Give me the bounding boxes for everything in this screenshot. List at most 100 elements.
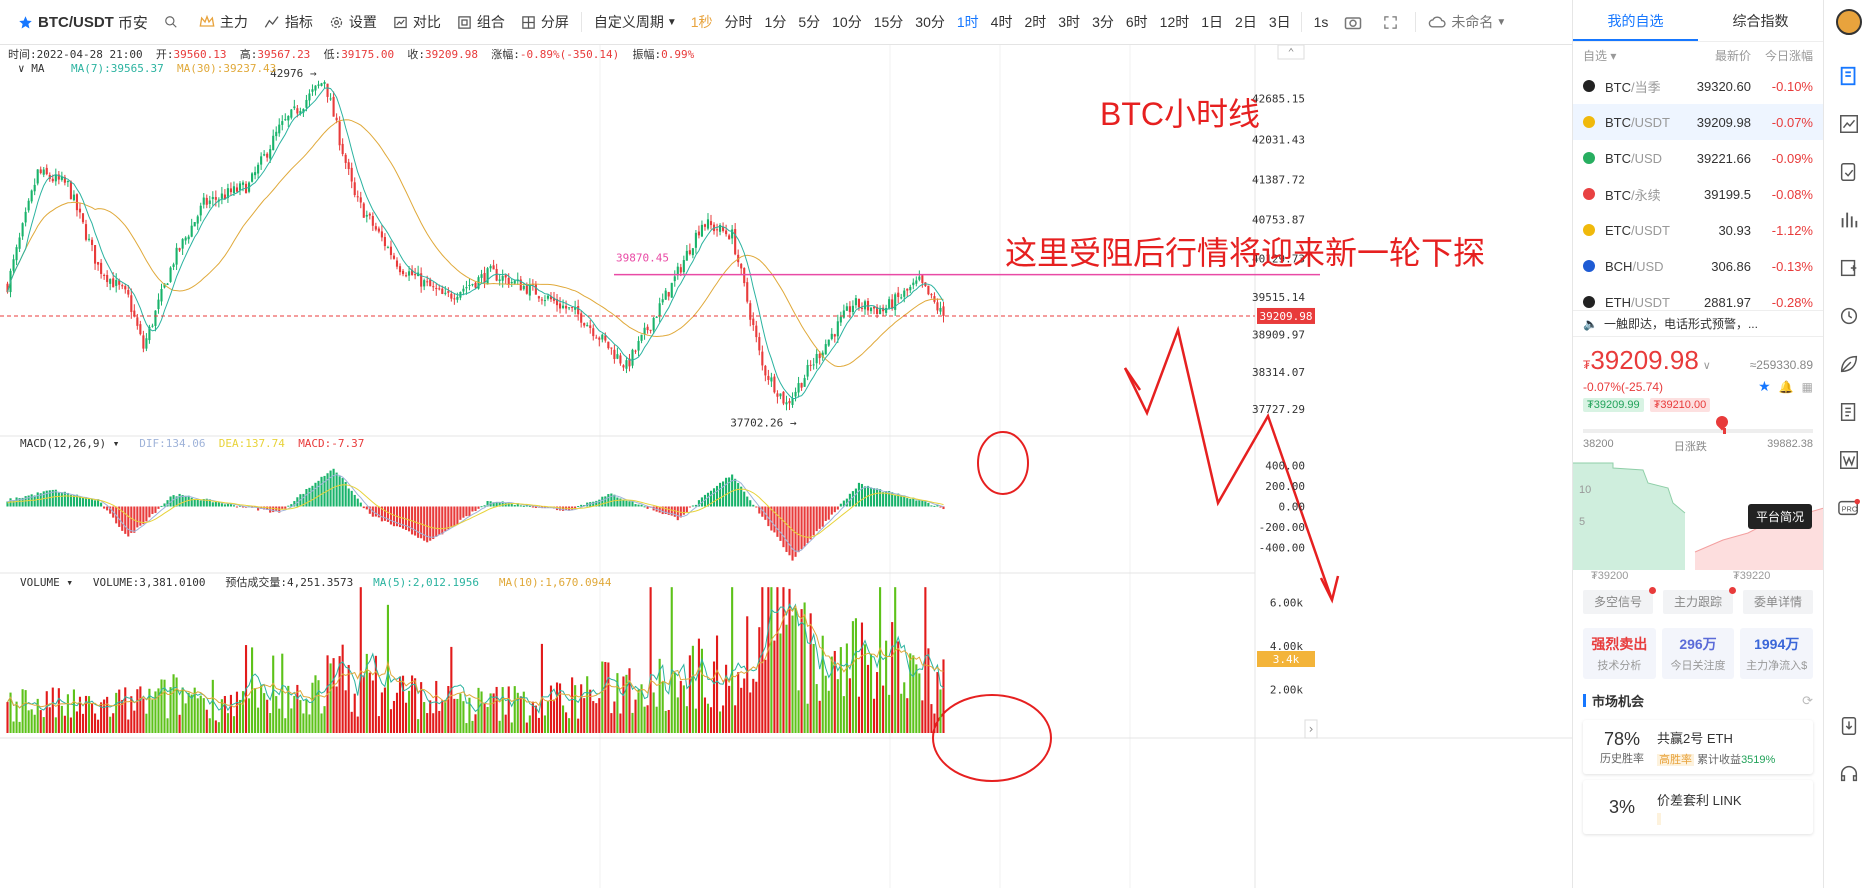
- macd-axis-label: 0.00: [1279, 501, 1306, 514]
- settings-button[interactable]: 设置: [321, 0, 385, 45]
- stat-card[interactable]: 1994万 主力净流入$: [1740, 628, 1814, 679]
- period-5[interactable]: 15分: [868, 0, 910, 45]
- period-1[interactable]: 分时: [719, 0, 759, 45]
- sidebar-trend-button[interactable]: [1824, 100, 1873, 148]
- period-16[interactable]: 3日: [1263, 0, 1297, 45]
- sidebar-watchlist-button[interactable]: [1824, 52, 1873, 100]
- opportunity-card[interactable]: 78% 历史胜率 共赢2号 ETH 高胜率 累计收益3519%: [1583, 720, 1813, 774]
- chart-area[interactable]: ⌃ › 42685.15 42031.43 41387.72 40753.87 40129.…: [0, 45, 1572, 888]
- chevron-down-icon[interactable]: ▾: [66, 576, 73, 589]
- macd-bar: [776, 506, 779, 537]
- volume-bar: [474, 714, 477, 733]
- volume-bar: [942, 659, 945, 733]
- period-6[interactable]: 30分: [909, 0, 951, 45]
- compare-button[interactable]: 对比: [385, 0, 449, 45]
- period-12[interactable]: 6时: [1120, 0, 1154, 45]
- watchlist-row[interactable]: ETH/USDT 2881.97 -0.28%: [1573, 284, 1823, 310]
- period-3[interactable]: 5分: [792, 0, 826, 45]
- refresh-icon[interactable]: ⟳: [1802, 693, 1813, 709]
- period-13[interactable]: 12时: [1154, 0, 1196, 45]
- sidebar-ledger-button[interactable]: [1824, 388, 1873, 436]
- ma-toggle[interactable]: ∨ MA: [18, 62, 45, 75]
- split-screen-button[interactable]: 分屏: [513, 0, 577, 45]
- macd-bar: [722, 481, 725, 507]
- sidebar-bars-button[interactable]: [1824, 196, 1873, 244]
- chevron-down-icon[interactable]: ∨: [1703, 359, 1711, 372]
- signal-button-0[interactable]: 多空信号: [1583, 587, 1656, 614]
- watchlist-row[interactable]: BCH/USD 306.86 -0.13%: [1573, 248, 1823, 284]
- volume-bar: [350, 711, 353, 733]
- sidebar-support-button[interactable]: [1824, 750, 1873, 798]
- interval-toggle[interactable]: 1s: [1306, 0, 1337, 45]
- candle-body: [181, 239, 184, 249]
- candle-body: [592, 328, 595, 337]
- macd-bar: [356, 498, 359, 507]
- period-8[interactable]: 4时: [985, 0, 1019, 45]
- bell-icon[interactable]: 🔔: [1779, 380, 1794, 394]
- alert-notice[interactable]: 🔈 一触即达，电话形式预警，...: [1573, 311, 1823, 337]
- signal-button-1[interactable]: 主力跟踪: [1663, 587, 1736, 614]
- sidebar-order-button[interactable]: [1824, 148, 1873, 196]
- period-14[interactable]: 1日: [1195, 0, 1229, 45]
- macd-bar: [151, 506, 154, 514]
- volume-bar: [305, 699, 308, 733]
- kline-chart[interactable]: ⌃›42685.1542031.4341387.7240753.8740129.…: [0, 45, 1572, 888]
- period-11[interactable]: 3分: [1086, 0, 1120, 45]
- signal-button-2[interactable]: 委单详情: [1743, 590, 1813, 614]
- favorite-star-icon[interactable]: ★: [1758, 378, 1771, 395]
- watchlist-sort[interactable]: 自选 ▾: [1583, 47, 1681, 64]
- ohlc-info: 时间:2022-04-28 21:00 开:39560.13 高:39567.2…: [8, 46, 694, 62]
- macd-bar: [625, 500, 628, 507]
- volume-axis-label: 6.00k: [1270, 596, 1303, 609]
- candle-body: [640, 334, 643, 341]
- avatar[interactable]: [1824, 0, 1873, 44]
- sidebar-download-button[interactable]: [1824, 702, 1873, 750]
- sidebar-add-button[interactable]: [1824, 244, 1873, 292]
- period-15[interactable]: 2日: [1229, 0, 1263, 45]
- indicator-button[interactable]: 指标: [256, 0, 321, 45]
- candle-body: [912, 282, 915, 286]
- combine-button[interactable]: 组合: [449, 0, 513, 45]
- sidebar-pro-button[interactable]: PRO: [1824, 484, 1873, 532]
- period-10[interactable]: 3时: [1052, 0, 1086, 45]
- period-0[interactable]: 1秒: [685, 0, 719, 45]
- star-icon[interactable]: [18, 15, 33, 30]
- stat-card[interactable]: 强烈卖出 技术分析: [1583, 628, 1656, 679]
- watchlist-row[interactable]: BTC/永续 39199.5 -0.08%: [1573, 176, 1823, 212]
- search-button[interactable]: [156, 0, 191, 45]
- fullscreen-button[interactable]: [1375, 0, 1411, 45]
- stat-card[interactable]: 296万 今日关注度: [1661, 628, 1735, 679]
- watch-symbol-base: BCH: [1605, 258, 1633, 274]
- custom-period-dropdown[interactable]: 自定义周期 ▼: [586, 0, 685, 45]
- cloud-template-button[interactable]: 未命名 ▼: [1420, 0, 1514, 45]
- watch-col-price[interactable]: 最新价: [1681, 47, 1751, 64]
- chevron-down-icon[interactable]: ▾: [113, 437, 120, 450]
- watch-price: 2881.97: [1704, 294, 1751, 310]
- sidebar-clock-button[interactable]: [1824, 292, 1873, 340]
- watchlist-row[interactable]: BTC/当季 39320.60 -0.10%: [1573, 68, 1823, 104]
- tab-my-watchlist[interactable]: 我的自选: [1573, 0, 1698, 41]
- macd-name[interactable]: MACD(12,26,9): [20, 437, 106, 450]
- watch-col-change[interactable]: 今日涨幅: [1751, 47, 1813, 64]
- period-2[interactable]: 1分: [759, 0, 793, 45]
- main-force-button[interactable]: 主力: [191, 0, 256, 45]
- period-4[interactable]: 10分: [826, 0, 868, 45]
- watchlist-row[interactable]: BTC/USD 39221.66 -0.09%: [1573, 140, 1823, 176]
- sidebar-w-button[interactable]: [1824, 436, 1873, 484]
- macd-bar: [72, 495, 75, 507]
- resistance-label: 39870.45: [616, 252, 669, 265]
- volume-name[interactable]: VOLUME: [20, 576, 60, 589]
- macd-bar: [474, 506, 477, 512]
- grid-icon[interactable]: ▦: [1802, 380, 1813, 394]
- snapshot-button[interactable]: [1336, 0, 1375, 45]
- candle-body: [329, 98, 332, 100]
- watch-symbol: ETC/USDT: [1605, 223, 1681, 238]
- opportunity-card[interactable]: 3% 价差套利 LINK: [1583, 780, 1813, 834]
- watchlist-row[interactable]: BTC/USDT 39209.98 -0.07%: [1573, 104, 1823, 140]
- sidebar-leaf-button[interactable]: [1824, 340, 1873, 388]
- watchlist-row[interactable]: ETC/USDT 30.93 -1.12%: [1573, 212, 1823, 248]
- period-7[interactable]: 1时: [951, 0, 985, 45]
- tab-composite-index[interactable]: 综合指数: [1698, 0, 1823, 41]
- period-9[interactable]: 2时: [1018, 0, 1052, 45]
- symbol-selector[interactable]: BTC/USDT 币安: [0, 0, 156, 45]
